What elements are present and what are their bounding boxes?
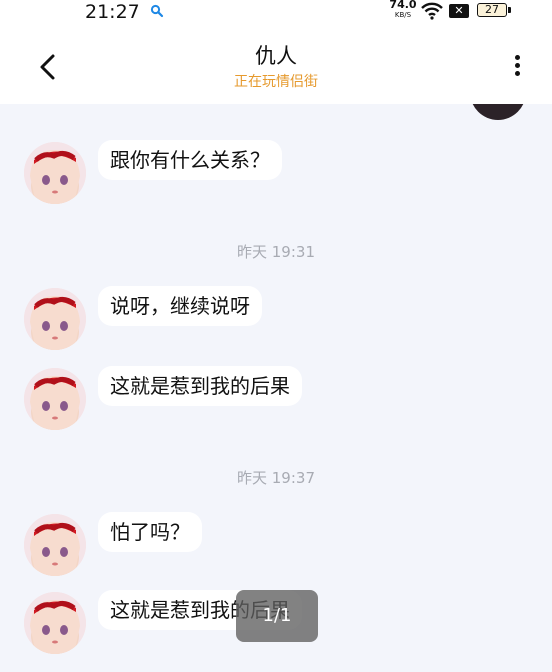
message-bubble[interactable]: 跟你有什么关系？ (98, 140, 282, 180)
contact-avatar[interactable] (24, 514, 86, 576)
message-bubble[interactable]: 这就是惹到我的后果 (98, 366, 302, 406)
message-row: 说呀，继续说呀 (0, 286, 552, 352)
battery-level: 27 (485, 3, 499, 16)
message-bubble[interactable]: 怕了吗？ (98, 512, 202, 552)
contact-avatar[interactable] (24, 142, 86, 204)
message-row: 怕了吗？ (0, 512, 552, 578)
contact-activity: 正在玩情侣街 (234, 74, 318, 90)
wifi-icon (421, 2, 443, 20)
timestamp: 昨天 19:31 (237, 243, 315, 261)
own-avatar[interactable] (470, 104, 526, 120)
status-bar: 21:27 74.0 KB/S ✕ 27 (0, 0, 552, 24)
contact-avatar[interactable] (24, 368, 86, 430)
network-speed: 74.0 KB/S (388, 0, 418, 20)
message-bubble[interactable]: 说呀，继续说呀 (98, 286, 262, 326)
status-time: 21:27 (85, 1, 140, 23)
chat-area[interactable]: 跟你有什么关系？ 昨天 19:31 说呀，继续说呀 这就是惹到我的后果 昨天 1… (0, 104, 552, 672)
contact-avatar[interactable] (24, 592, 86, 654)
chat-header: 仇人 正在玩情侣街 (0, 24, 552, 104)
network-speed-value: 74.0 (389, 0, 417, 11)
timestamp: 昨天 19:37 (237, 469, 315, 487)
contact-avatar[interactable] (24, 288, 86, 350)
no-sim-icon: ✕ (449, 4, 469, 18)
contact-name: 仇人 (255, 44, 297, 68)
more-vertical-icon[interactable] (505, 52, 529, 82)
battery-icon: 27 (477, 3, 511, 17)
page-indicator: 1/1 (236, 590, 318, 642)
search-icon (150, 4, 164, 18)
message-row: 跟你有什么关系？ (0, 140, 552, 206)
network-speed-unit: KB/S (394, 11, 412, 19)
message-row: 这就是惹到我的后果 (0, 366, 552, 432)
